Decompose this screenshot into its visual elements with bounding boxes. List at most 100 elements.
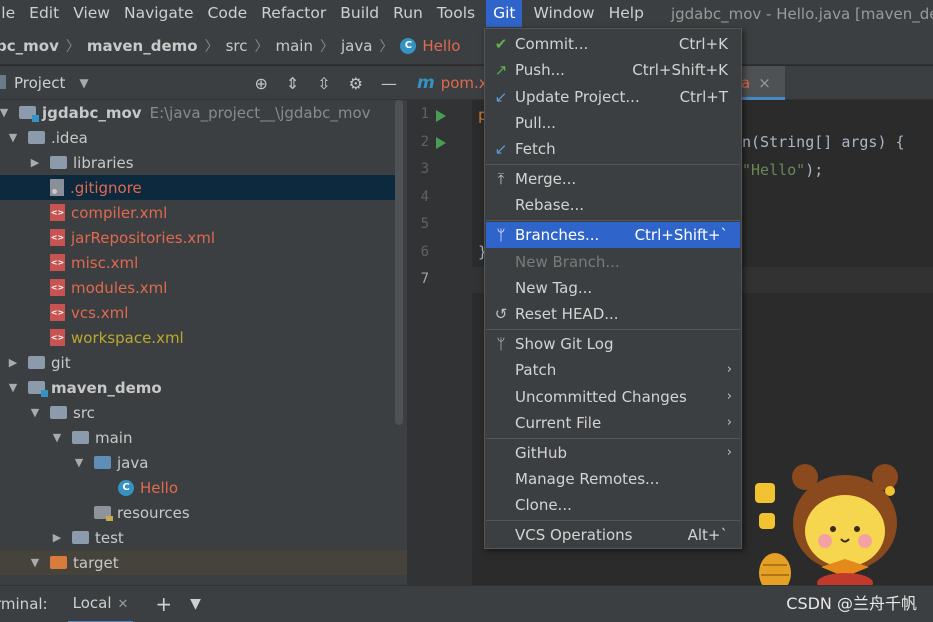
- menu-item-update-project[interactable]: ↙ Update Project... Ctrl+T: [486, 84, 740, 110]
- locate-icon[interactable]: ⊕: [254, 74, 267, 93]
- menu-separator: [486, 220, 740, 221]
- menu-item-merge[interactable]: ⤒ Merge...: [486, 166, 740, 192]
- menu-item-new-tag[interactable]: New Tag...: [486, 275, 740, 301]
- tree-item-jgdabc-mov[interactable]: ▼ jgdabc_mov E:\java_project__\jgdabc_mo…: [0, 100, 395, 125]
- terminal-tab-local[interactable]: Local ✕: [67, 586, 134, 622]
- menu-item-branches[interactable]: ᛘ Branches... Ctrl+Shift+`: [486, 222, 740, 248]
- chevron-right-icon[interactable]: ▶: [50, 531, 64, 544]
- tree-item-vcs-xml[interactable]: <> vcs.xml: [0, 300, 395, 325]
- menu-item-fetch[interactable]: ↙ Fetch: [486, 136, 740, 162]
- menu-file[interactable]: ile: [0, 0, 22, 27]
- chevron-down-icon[interactable]: ▼: [79, 76, 88, 90]
- tree-item-maven-demo[interactable]: ▼ maven_demo: [0, 375, 395, 400]
- watermark-text: CSDN @兰舟千帆: [786, 594, 917, 613]
- chevron-right-icon: 〉: [254, 38, 269, 55]
- expand-all-icon[interactable]: ⇕: [286, 74, 299, 93]
- breadcrumb-module[interactable]: maven_demo: [87, 37, 198, 55]
- breadcrumb-hello[interactable]: Hello: [422, 37, 460, 55]
- tree-item-compiler-xml[interactable]: <> compiler.xml: [0, 200, 395, 225]
- run-gutter-icon[interactable]: [436, 110, 446, 122]
- chevron-down-icon[interactable]: ▼: [28, 406, 42, 419]
- close-icon[interactable]: ×: [758, 74, 771, 92]
- breadcrumb-project[interactable]: bc_mov: [0, 37, 59, 55]
- breadcrumb-src[interactable]: src: [226, 37, 248, 55]
- gear-icon[interactable]: ⚙: [349, 74, 363, 93]
- tree-item-main[interactable]: ▼ main: [0, 425, 395, 450]
- menu-item-uncommitted-changes[interactable]: Uncommitted Changes ›: [486, 384, 740, 410]
- menu-tools[interactable]: Tools: [430, 0, 482, 27]
- editor-gutter: 1 2 3 4 5 6 7: [407, 100, 472, 585]
- tree-item-misc-xml[interactable]: <> misc.xml: [0, 250, 395, 275]
- menu-item-reset-head[interactable]: ↺ Reset HEAD...: [486, 301, 740, 327]
- menu-item-show-git-log[interactable]: ᛘ Show Git Log: [486, 331, 740, 357]
- code-line-3: "Hello");: [742, 161, 823, 179]
- chevron-right-icon[interactable]: ▶: [28, 156, 42, 169]
- menu-separator: [486, 438, 740, 439]
- menu-item-manage-remotes[interactable]: Manage Remotes...: [486, 466, 740, 492]
- tree-item-workspace-xml[interactable]: <> workspace.xml: [0, 325, 395, 350]
- tree-label: src: [73, 403, 95, 422]
- chevron-down-icon[interactable]: ▼: [190, 596, 201, 612]
- xml-file-icon: <>: [50, 329, 65, 346]
- menu-separator: [486, 520, 740, 521]
- terminal-title: rminal:: [0, 595, 48, 613]
- menu-item-vcs-operations[interactable]: VCS Operations Alt+`: [486, 522, 740, 548]
- menu-item-rebase[interactable]: Rebase...: [486, 192, 740, 218]
- tree-item-gitignore[interactable]: .gitignore: [0, 175, 395, 200]
- window-title: jgdabc_mov - Hello.java [maven_der: [670, 4, 933, 23]
- tree-item-idea[interactable]: ▼ .idea: [0, 125, 395, 150]
- menu-run[interactable]: Run: [386, 0, 430, 27]
- tree-label: workspace.xml: [71, 328, 184, 347]
- menu-navigate[interactable]: Navigate: [117, 0, 201, 27]
- menu-window[interactable]: Window: [526, 0, 601, 27]
- menu-separator: [486, 329, 740, 330]
- tree-item-resources[interactable]: resources: [0, 500, 395, 525]
- run-gutter-icon[interactable]: [436, 137, 446, 149]
- chevron-down-icon[interactable]: ▼: [28, 556, 42, 569]
- tree-item-libraries[interactable]: ▶ libraries: [0, 150, 395, 175]
- minimize-icon[interactable]: —: [381, 74, 397, 93]
- chevron-down-icon[interactable]: ▼: [6, 381, 20, 394]
- menu-item-clone[interactable]: Clone...: [486, 492, 740, 518]
- tree-item-java[interactable]: ▼ java: [0, 450, 395, 475]
- close-icon[interactable]: ✕: [118, 597, 129, 612]
- menu-item-pull[interactable]: Pull...: [486, 110, 740, 136]
- tab-label: pom.x: [440, 74, 488, 92]
- menu-item-commit[interactable]: ✔ Commit... Ctrl+K: [486, 31, 740, 57]
- menu-separator: [486, 164, 740, 165]
- branch-icon: ᛘ: [496, 335, 506, 353]
- menu-git[interactable]: Git: [486, 0, 523, 27]
- project-scrollbar[interactable]: [395, 100, 403, 425]
- menu-item-current-file[interactable]: Current File ›: [486, 410, 740, 436]
- tree-item-git[interactable]: ▶ git: [0, 350, 395, 375]
- menu-refactor[interactable]: Refactor: [254, 0, 333, 27]
- tree-item-modules-xml[interactable]: <> modules.xml: [0, 275, 395, 300]
- menu-item-github[interactable]: GitHub ›: [486, 440, 740, 466]
- menu-build[interactable]: Build: [333, 0, 386, 27]
- chevron-down-icon[interactable]: ▼: [72, 456, 86, 469]
- project-panel-title[interactable]: Project: [14, 74, 65, 92]
- tree-item-hello[interactable]: C Hello: [0, 475, 395, 500]
- menu-code[interactable]: Code: [201, 0, 255, 27]
- chevron-down-icon[interactable]: ▼: [6, 131, 20, 144]
- tree-label: vcs.xml: [71, 303, 129, 322]
- chevron-down-icon[interactable]: ▼: [50, 431, 64, 444]
- tree-label: Hello: [140, 478, 179, 497]
- menu-item-patch[interactable]: Patch ›: [486, 357, 740, 383]
- tree-item-src[interactable]: ▼ src: [0, 400, 395, 425]
- menu-help[interactable]: Help: [602, 0, 651, 27]
- tree-item-target[interactable]: ▼ target: [0, 550, 407, 575]
- add-terminal-icon[interactable]: +: [155, 592, 172, 616]
- menu-edit[interactable]: Edit: [22, 0, 66, 27]
- tree-item-test[interactable]: ▶ test: [0, 525, 395, 550]
- chevron-down-icon[interactable]: ▼: [0, 106, 11, 119]
- breadcrumb-java[interactable]: java: [341, 37, 372, 55]
- menu-view[interactable]: View: [66, 0, 117, 27]
- maven-icon: m: [417, 73, 435, 93]
- tree-item-jarrepositories-xml[interactable]: <> jarRepositories.xml: [0, 225, 395, 250]
- chevron-right-icon[interactable]: ▶: [6, 356, 20, 369]
- collapse-all-icon[interactable]: ⇳: [317, 74, 330, 93]
- breadcrumb-main[interactable]: main: [275, 37, 312, 55]
- menu-item-push[interactable]: ↗ Push... Ctrl+Shift+K: [486, 57, 740, 83]
- tab-pom-xml[interactable]: m pom.x: [417, 66, 488, 100]
